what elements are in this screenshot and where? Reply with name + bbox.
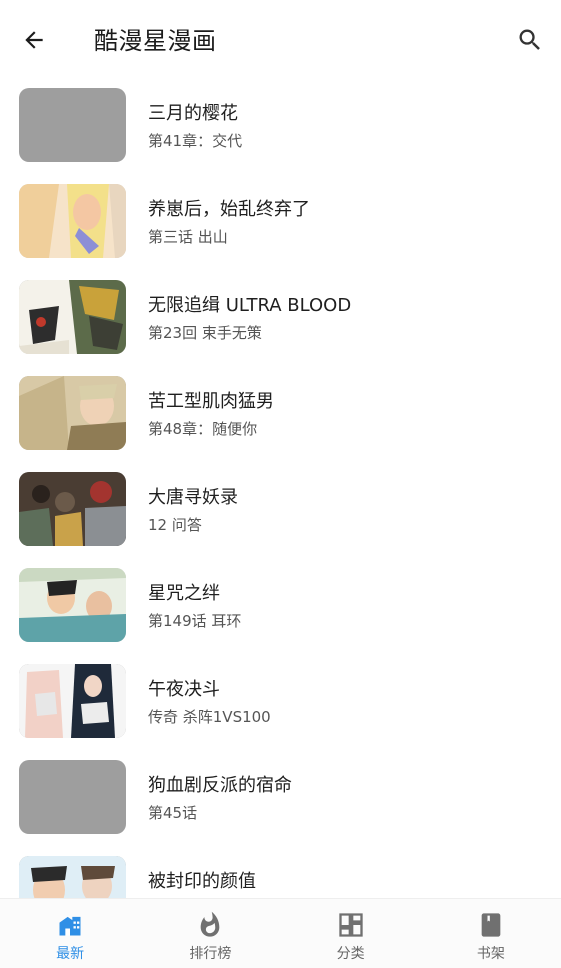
comic-title: 狗血剧反派的宿命 (148, 775, 292, 796)
comic-latest-chapter: 12 问答 (148, 516, 202, 534)
comic-title: 三月的樱花 (148, 103, 238, 124)
nav-label: 排行榜 (189, 946, 232, 962)
app-root: 酷漫星漫画 三月的樱花 第41章：交代 养崽后，始乱终弃了 第三话 出山 无限追… (0, 0, 561, 968)
comic-latest-chapter: 第41章：交代 (148, 132, 243, 150)
home-icon (59, 916, 81, 936)
app-bar: 酷漫星漫画 (0, 0, 561, 80)
comic-latest-chapter: 第45话 (148, 804, 198, 822)
comic-title: 午夜决斗 (148, 679, 220, 700)
comic-list-item[interactable]: 无限追缉 ULTRA BLOOD 第23回 束手无策 (0, 272, 561, 368)
cover-image (19, 664, 126, 738)
cover-image (19, 568, 126, 642)
cover-placeholder (19, 760, 126, 834)
grid-icon (338, 913, 363, 937)
nav-ranking[interactable]: 排行榜 (140, 899, 280, 968)
comic-title: 养崽后，始乱终弃了 (148, 199, 310, 220)
comic-list-item[interactable]: 三月的樱花 第41章：交代 (0, 80, 561, 176)
comic-title: 大唐寻妖录 (148, 487, 238, 508)
nav-label: 书架 (476, 946, 505, 962)
comic-list-item[interactable]: 午夜决斗 传奇 杀阵1VS100 (0, 656, 561, 752)
comic-list[interactable]: 三月的樱花 第41章：交代 养崽后，始乱终弃了 第三话 出山 无限追缉 ULTR… (0, 80, 561, 898)
cover-placeholder (19, 88, 126, 162)
cover-image (19, 472, 126, 546)
search-button[interactable] (510, 22, 550, 58)
search-icon (519, 29, 540, 50)
cover-image (19, 280, 126, 354)
comic-latest-chapter: 第三话 出山 (148, 228, 228, 246)
comic-list-item[interactable]: 星咒之绊 第149话 耳环 (0, 560, 561, 656)
bottom-navigation: 最新 排行榜 分类 书架 (0, 898, 561, 968)
comic-list-item[interactable]: 被封印的颜值 (0, 848, 561, 898)
cover-image (19, 376, 126, 450)
comic-title: 被封印的颜值 (148, 871, 256, 892)
comic-latest-chapter: 第149话 耳环 (148, 612, 242, 630)
comic-title: 星咒之绊 (148, 583, 220, 604)
back-button[interactable] (14, 22, 54, 58)
comic-latest-chapter: 第48章：随便你 (148, 420, 258, 438)
nav-label: 最新 (56, 946, 85, 962)
cover-image (19, 856, 126, 898)
nav-latest[interactable]: 最新 (0, 899, 140, 968)
nav-label: 分类 (336, 946, 365, 962)
nav-bookshelf[interactable]: 书架 (421, 899, 561, 968)
comic-title: 无限追缉 ULTRA BLOOD (148, 295, 352, 316)
arrow-left-icon (25, 31, 43, 49)
comic-list-item[interactable]: 狗血剧反派的宿命 第45话 (0, 752, 561, 848)
comic-latest-chapter: 第23回 束手无策 (148, 324, 262, 342)
nav-category[interactable]: 分类 (281, 899, 421, 968)
comic-title: 苦工型肌肉猛男 (148, 391, 274, 412)
comic-latest-chapter: 传奇 杀阵1VS100 (148, 708, 271, 726)
comic-list-item[interactable]: 大唐寻妖录 12 问答 (0, 464, 561, 560)
comic-list-item[interactable]: 养崽后，始乱终弃了 第三话 出山 (0, 176, 561, 272)
page-title: 酷漫星漫画 (94, 27, 217, 55)
flame-icon (201, 911, 220, 937)
cover-image (19, 184, 126, 258)
book-icon (481, 913, 501, 937)
comic-list-item[interactable]: 苦工型肌肉猛男 第48章：随便你 (0, 368, 561, 464)
